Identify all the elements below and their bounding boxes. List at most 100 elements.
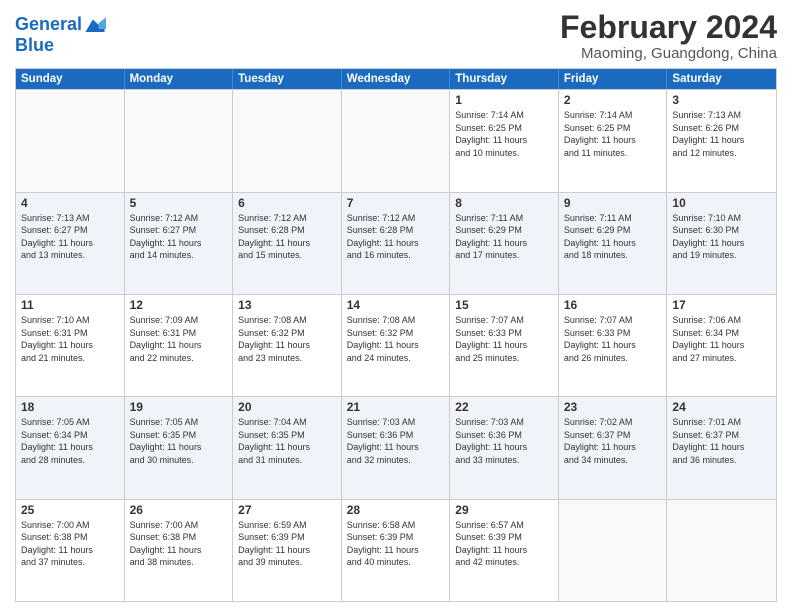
day-number: 13 xyxy=(238,298,336,312)
day-number: 19 xyxy=(130,400,228,414)
logo: General Blue xyxy=(15,14,106,56)
cell-detail: Sunrise: 7:11 AM Sunset: 6:29 PM Dayligh… xyxy=(455,212,553,262)
day-cell-18: 18 Sunrise: 7:05 AM Sunset: 6:34 PM Dayli… xyxy=(16,397,125,498)
day-number: 8 xyxy=(455,196,553,210)
day-number: 23 xyxy=(564,400,662,414)
logo-text: General xyxy=(15,15,82,35)
day-number: 20 xyxy=(238,400,336,414)
day-cell-24: 24 Sunrise: 7:01 AM Sunset: 6:37 PM Dayli… xyxy=(667,397,776,498)
cell-detail: Sunrise: 7:07 AM Sunset: 6:33 PM Dayligh… xyxy=(455,314,553,364)
day-cell-23: 23 Sunrise: 7:02 AM Sunset: 6:37 PM Dayli… xyxy=(559,397,668,498)
cell-detail: Sunrise: 7:01 AM Sunset: 6:37 PM Dayligh… xyxy=(672,416,771,466)
empty-cell xyxy=(667,500,776,601)
cell-detail: Sunrise: 7:13 AM Sunset: 6:27 PM Dayligh… xyxy=(21,212,119,262)
cell-detail: Sunrise: 6:57 AM Sunset: 6:39 PM Dayligh… xyxy=(455,519,553,569)
day-cell-25: 25Sunrise: 7:00 AM Sunset: 6:38 PM Dayli… xyxy=(16,500,125,601)
page: General Blue February 2024 Maoming, Guan… xyxy=(0,0,792,612)
cell-detail: Sunrise: 7:12 AM Sunset: 6:28 PM Dayligh… xyxy=(347,212,445,262)
header-day-tuesday: Tuesday xyxy=(233,69,342,89)
day-number: 6 xyxy=(238,196,336,210)
day-cell-2: 2 Sunrise: 7:14 AM Sunset: 6:25 PM Daylig… xyxy=(559,90,668,191)
cell-detail: Sunrise: 7:13 AM Sunset: 6:26 PM Dayligh… xyxy=(672,109,771,159)
cell-detail: Sunrise: 7:08 AM Sunset: 6:32 PM Dayligh… xyxy=(238,314,336,364)
empty-cell xyxy=(233,90,342,191)
cell-detail: Sunrise: 7:10 AM Sunset: 6:31 PM Dayligh… xyxy=(21,314,119,364)
day-number: 11 xyxy=(21,298,119,312)
day-cell-22: 22Sunrise: 7:03 AM Sunset: 6:36 PM Dayli… xyxy=(450,397,559,498)
cell-detail: Sunrise: 7:08 AM Sunset: 6:32 PM Dayligh… xyxy=(347,314,445,364)
day-number: 7 xyxy=(347,196,445,210)
location: Maoming, Guangdong, China xyxy=(560,45,777,62)
cell-detail: Sunrise: 7:05 AM Sunset: 6:35 PM Dayligh… xyxy=(130,416,228,466)
day-number: 10 xyxy=(672,196,771,210)
day-cell-1: 1 Sunrise: 7:14 AM Sunset: 6:25 PM Daylig… xyxy=(450,90,559,191)
header-day-friday: Friday xyxy=(559,69,668,89)
week-row-0: 1 Sunrise: 7:14 AM Sunset: 6:25 PM Daylig… xyxy=(16,89,776,191)
header-day-saturday: Saturday xyxy=(667,69,776,89)
cell-detail: Sunrise: 7:00 AM Sunset: 6:38 PM Dayligh… xyxy=(130,519,228,569)
day-cell-5: 5 Sunrise: 7:12 AM Sunset: 6:27 PM Daylig… xyxy=(125,193,234,294)
empty-cell xyxy=(16,90,125,191)
calendar-header: SundayMondayTuesdayWednesdayThursdayFrid… xyxy=(16,69,776,89)
day-cell-6: 6 Sunrise: 7:12 AM Sunset: 6:28 PM Daylig… xyxy=(233,193,342,294)
day-number: 28 xyxy=(347,503,445,517)
day-cell-8: 8 Sunrise: 7:11 AM Sunset: 6:29 PM Daylig… xyxy=(450,193,559,294)
day-number: 26 xyxy=(130,503,228,517)
day-number: 17 xyxy=(672,298,771,312)
day-number: 2 xyxy=(564,93,662,107)
cell-detail: Sunrise: 7:05 AM Sunset: 6:34 PM Dayligh… xyxy=(21,416,119,466)
cell-detail: Sunrise: 7:14 AM Sunset: 6:25 PM Dayligh… xyxy=(564,109,662,159)
cell-detail: Sunrise: 7:07 AM Sunset: 6:33 PM Dayligh… xyxy=(564,314,662,364)
cell-detail: Sunrise: 7:11 AM Sunset: 6:29 PM Dayligh… xyxy=(564,212,662,262)
day-cell-12: 12Sunrise: 7:09 AM Sunset: 6:31 PM Dayli… xyxy=(125,295,234,396)
day-cell-11: 11 Sunrise: 7:10 AM Sunset: 6:31 PM Dayli… xyxy=(16,295,125,396)
day-cell-13: 13 Sunrise: 7:08 AM Sunset: 6:32 PM Dayli… xyxy=(233,295,342,396)
cell-detail: Sunrise: 7:12 AM Sunset: 6:27 PM Dayligh… xyxy=(130,212,228,262)
cell-detail: Sunrise: 7:02 AM Sunset: 6:37 PM Dayligh… xyxy=(564,416,662,466)
cell-detail: Sunrise: 7:12 AM Sunset: 6:28 PM Dayligh… xyxy=(238,212,336,262)
day-cell-28: 28 Sunrise: 6:58 AM Sunset: 6:39 PM Dayli… xyxy=(342,500,451,601)
day-cell-7: 7 Sunrise: 7:12 AM Sunset: 6:28 PM Daylig… xyxy=(342,193,451,294)
cell-detail: Sunrise: 6:58 AM Sunset: 6:39 PM Dayligh… xyxy=(347,519,445,569)
day-number: 24 xyxy=(672,400,771,414)
day-cell-9: 9 Sunrise: 7:11 AM Sunset: 6:29 PM Daylig… xyxy=(559,193,668,294)
day-number: 9 xyxy=(564,196,662,210)
cell-detail: Sunrise: 7:14 AM Sunset: 6:25 PM Dayligh… xyxy=(455,109,553,159)
day-cell-10: 10 Sunrise: 7:10 AM Sunset: 6:30 PM Dayli… xyxy=(667,193,776,294)
day-number: 29 xyxy=(455,503,553,517)
day-number: 27 xyxy=(238,503,336,517)
cell-detail: Sunrise: 7:06 AM Sunset: 6:34 PM Dayligh… xyxy=(672,314,771,364)
calendar: SundayMondayTuesdayWednesdayThursdayFrid… xyxy=(15,68,777,602)
day-number: 12 xyxy=(130,298,228,312)
month-year: February 2024 xyxy=(560,10,777,45)
day-cell-4: 4 Sunrise: 7:13 AM Sunset: 6:27 PM Daylig… xyxy=(16,193,125,294)
header-day-wednesday: Wednesday xyxy=(342,69,451,89)
day-number: 21 xyxy=(347,400,445,414)
header-day-thursday: Thursday xyxy=(450,69,559,89)
header-day-monday: Monday xyxy=(125,69,234,89)
week-row-1: 4 Sunrise: 7:13 AM Sunset: 6:27 PM Daylig… xyxy=(16,192,776,294)
day-cell-17: 17 Sunrise: 7:06 AM Sunset: 6:34 PM Dayli… xyxy=(667,295,776,396)
cell-detail: Sunrise: 7:04 AM Sunset: 6:35 PM Dayligh… xyxy=(238,416,336,466)
day-number: 3 xyxy=(672,93,771,107)
title-section: February 2024 Maoming, Guangdong, China xyxy=(560,10,777,62)
day-number: 16 xyxy=(564,298,662,312)
day-number: 1 xyxy=(455,93,553,107)
day-number: 18 xyxy=(21,400,119,414)
calendar-body: 1 Sunrise: 7:14 AM Sunset: 6:25 PM Daylig… xyxy=(16,89,776,601)
day-cell-3: 3 Sunrise: 7:13 AM Sunset: 6:26 PM Daylig… xyxy=(667,90,776,191)
logo-line2: Blue xyxy=(15,36,106,56)
day-number: 4 xyxy=(21,196,119,210)
day-number: 5 xyxy=(130,196,228,210)
day-cell-15: 15Sunrise: 7:07 AM Sunset: 6:33 PM Dayli… xyxy=(450,295,559,396)
day-number: 22 xyxy=(455,400,553,414)
header-day-sunday: Sunday xyxy=(16,69,125,89)
day-cell-21: 21Sunrise: 7:03 AM Sunset: 6:36 PM Dayli… xyxy=(342,397,451,498)
day-cell-26: 26 Sunrise: 7:00 AM Sunset: 6:38 PM Dayli… xyxy=(125,500,234,601)
day-cell-16: 16 Sunrise: 7:07 AM Sunset: 6:33 PM Dayli… xyxy=(559,295,668,396)
cell-detail: Sunrise: 7:10 AM Sunset: 6:30 PM Dayligh… xyxy=(672,212,771,262)
day-cell-27: 27Sunrise: 6:59 AM Sunset: 6:39 PM Dayli… xyxy=(233,500,342,601)
cell-detail: Sunrise: 7:00 AM Sunset: 6:38 PM Dayligh… xyxy=(21,519,119,569)
day-cell-29: 29 Sunrise: 6:57 AM Sunset: 6:39 PM Dayli… xyxy=(450,500,559,601)
week-row-2: 11 Sunrise: 7:10 AM Sunset: 6:31 PM Dayli… xyxy=(16,294,776,396)
